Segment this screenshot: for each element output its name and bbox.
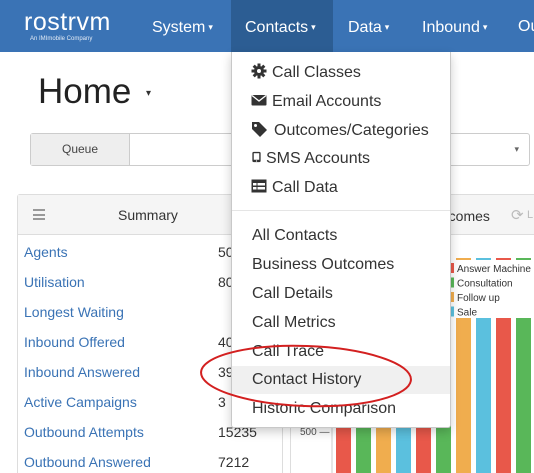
nav-system[interactable]: System ▾	[152, 0, 213, 52]
menu-link-all-contacts[interactable]: All Contacts	[232, 222, 450, 250]
summary-row-label[interactable]: Outbound Answered	[24, 454, 151, 470]
contacts-dropdown-menu: Call Classes Email Accounts Outcomes/Cat…	[231, 52, 451, 428]
menu-icon[interactable]	[33, 209, 45, 220]
summary-row-label[interactable]: Inbound Offered	[24, 334, 125, 350]
chart-legend-label: Follow up	[457, 293, 500, 304]
menu-item-call-data[interactable]: Call Data	[232, 174, 450, 202]
chart-legend-swatch	[451, 292, 454, 302]
menu-link-historic-comparison[interactable]: Historic Comparison	[232, 395, 450, 423]
top-navbar: rostrvm An IMImobile Company System ▾ Con…	[0, 0, 534, 52]
page-title: Home	[38, 72, 132, 111]
chart-legend-label: Sale	[457, 308, 477, 319]
summary-row-value: 3	[218, 394, 226, 410]
menu-item-outcomes-categories[interactable]: Outcomes/Categories	[232, 117, 450, 145]
menu-item-email-accounts[interactable]: Email Accounts	[232, 88, 450, 116]
nav-contacts-label: Contacts	[245, 19, 309, 36]
summary-row-value: 7212	[218, 454, 250, 470]
cog-icon	[251, 63, 267, 79]
refresh-icon[interactable]: ⟳	[511, 206, 524, 224]
nav-system-label: System	[152, 19, 206, 36]
menu-item-label: Email Accounts	[272, 93, 382, 110]
nav-inbound[interactable]: Inbound ▾	[422, 0, 487, 52]
nav-outbound[interactable]: Ou	[518, 0, 534, 52]
summary-row-label[interactable]: Outbound Attempts	[24, 424, 144, 440]
nav-data-label: Data	[348, 19, 382, 36]
chevron-down-icon[interactable]: ▾	[514, 134, 519, 165]
summary-row-label[interactable]: Agents	[24, 244, 68, 260]
menu-item-call-classes[interactable]: Call Classes	[232, 59, 450, 87]
queue-label: Queue	[31, 134, 130, 165]
chart-legend-swatch	[451, 277, 454, 288]
chart-legend: Answer Machine Consultation Follow up Sale	[448, 260, 534, 319]
menu-item-label: SMS Accounts	[266, 150, 371, 167]
nav-contacts[interactable]: Contacts ▾	[231, 0, 333, 52]
summary-row-label[interactable]: Utilisation	[24, 274, 85, 290]
chevron-down-icon: ▾	[384, 22, 390, 32]
chart-legend-swatch	[451, 263, 454, 273]
chevron-down-icon: ▾	[208, 22, 213, 32]
nav-data[interactable]: Data ▾	[348, 0, 389, 52]
menu-link-call-trace[interactable]: Call Trace	[232, 338, 450, 366]
menu-item-sms-accounts[interactable]: SMS Accounts	[232, 145, 450, 173]
chart-y-ticks: 500 —	[300, 427, 329, 438]
nav-inbound-label: Inbound	[422, 19, 480, 36]
chart-legend-label: Answer Machine	[457, 264, 531, 275]
menu-item-label: Outcomes/Categories	[274, 122, 429, 139]
summary-row-label[interactable]: Inbound Answered	[24, 364, 140, 380]
menu-link-call-metrics[interactable]: Call Metrics	[232, 309, 450, 337]
menu-item-label: Call Data	[272, 179, 338, 196]
chevron-down-icon: ▾	[482, 22, 488, 32]
menu-link-business-outcomes[interactable]: Business Outcomes	[232, 251, 450, 279]
menu-item-label: Call Classes	[272, 64, 361, 81]
summary-row-label[interactable]: Longest Waiting	[24, 304, 124, 320]
brand-name: rostrvm	[24, 8, 111, 36]
chart-legend-label: Consultation	[457, 279, 513, 290]
menu-link-call-details[interactable]: Call Details	[232, 280, 450, 308]
envelope-icon	[251, 94, 267, 106]
mobile-icon	[252, 151, 261, 163]
menu-link-contact-history[interactable]: Contact History	[232, 366, 450, 394]
summary-title: Summary	[118, 207, 178, 223]
menu-divider	[232, 210, 450, 211]
chart-y-tick-label: 500 —	[300, 427, 329, 438]
chart-legend-swatch	[451, 306, 454, 317]
nav-outbound-label: Ou	[518, 18, 534, 35]
table-icon	[251, 179, 267, 193]
brand-tagline: An IMImobile Company	[30, 36, 93, 42]
panel-option[interactable]: L	[527, 209, 533, 221]
tags-icon	[252, 122, 267, 137]
brand-logo[interactable]: rostrvm An IMImobile Company	[24, 9, 111, 43]
chevron-down-icon: ▾	[311, 22, 316, 32]
summary-row-label[interactable]: Active Campaigns	[24, 394, 137, 410]
title-dropdown-icon[interactable]: ▾	[146, 88, 151, 99]
